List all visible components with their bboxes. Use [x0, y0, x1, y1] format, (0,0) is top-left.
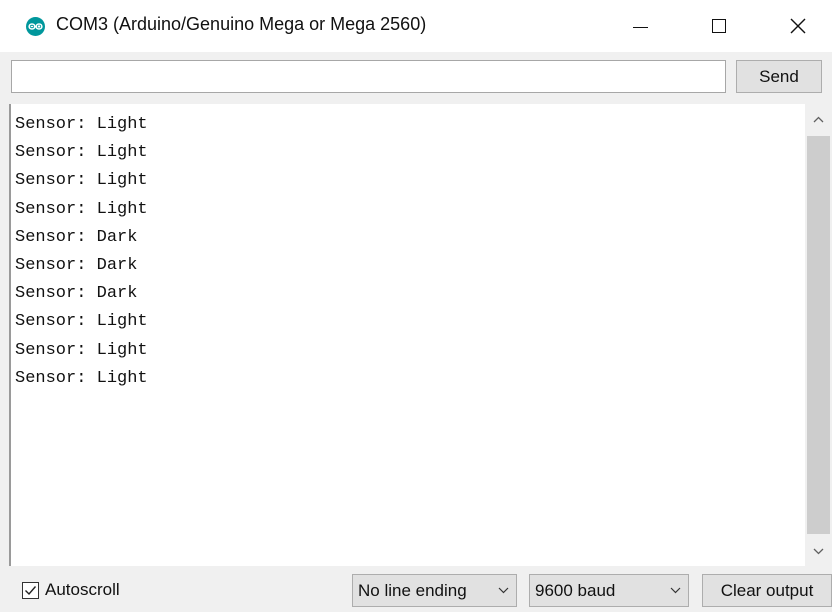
- output-line: Sensor: Light: [15, 312, 148, 332]
- scroll-down-button[interactable]: [805, 536, 832, 566]
- line-ending-select[interactable]: No line ending: [352, 574, 517, 607]
- autoscroll-checkbox[interactable]: [22, 582, 39, 599]
- scroll-up-button[interactable]: [805, 104, 832, 134]
- output-line: Sensor: Dark: [15, 284, 138, 304]
- chevron-down-icon: [490, 587, 516, 594]
- output-line: Sensor: Dark: [15, 255, 138, 275]
- serial-output[interactable]: Sensor: Light Sensor: Light Sensor: Light S…: [9, 104, 832, 566]
- scroll-thumb[interactable]: [807, 136, 830, 534]
- chevron-down-icon: [813, 548, 824, 554]
- maximize-button[interactable]: [689, 0, 749, 52]
- output-line: Sensor: Light: [15, 143, 148, 163]
- output-line: Sensor: Dark: [15, 227, 138, 247]
- output-line: Sensor: Light: [15, 115, 148, 134]
- maximize-icon: [712, 19, 726, 33]
- send-input[interactable]: [11, 60, 726, 93]
- minimize-icon: [632, 26, 648, 28]
- bottom-bar: Autoscroll No line ending 9600 baud Clea…: [0, 566, 832, 612]
- send-row: Send: [0, 52, 832, 104]
- vertical-scrollbar[interactable]: [805, 104, 832, 566]
- clear-output-button[interactable]: Clear output: [702, 574, 832, 607]
- output-lines: Sensor: Light Sensor: Light Sensor: Light S…: [15, 111, 148, 393]
- output-line: Sensor: Light: [15, 368, 148, 388]
- line-ending-value: No line ending: [358, 580, 467, 600]
- chevron-up-icon: [813, 116, 824, 122]
- baud-rate-select[interactable]: 9600 baud: [529, 574, 689, 607]
- output-line: Sensor: Light: [15, 199, 148, 219]
- send-button[interactable]: Send: [736, 60, 822, 93]
- output-line: Sensor: Light: [15, 171, 148, 191]
- title-bar: COM3 (Arduino/Genuino Mega or Mega 2560): [0, 0, 832, 52]
- baud-rate-value: 9600 baud: [535, 580, 616, 600]
- window-title: COM3 (Arduino/Genuino Mega or Mega 2560): [56, 14, 427, 34]
- minimize-button[interactable]: [610, 0, 670, 52]
- autoscroll-label: Autoscroll: [45, 580, 120, 599]
- output-line: Sensor: Light: [15, 340, 148, 360]
- arduino-icon: [26, 17, 45, 36]
- chevron-down-icon: [662, 587, 688, 594]
- close-icon: [790, 18, 806, 34]
- close-button[interactable]: [768, 0, 828, 52]
- checkmark-icon: [25, 586, 37, 596]
